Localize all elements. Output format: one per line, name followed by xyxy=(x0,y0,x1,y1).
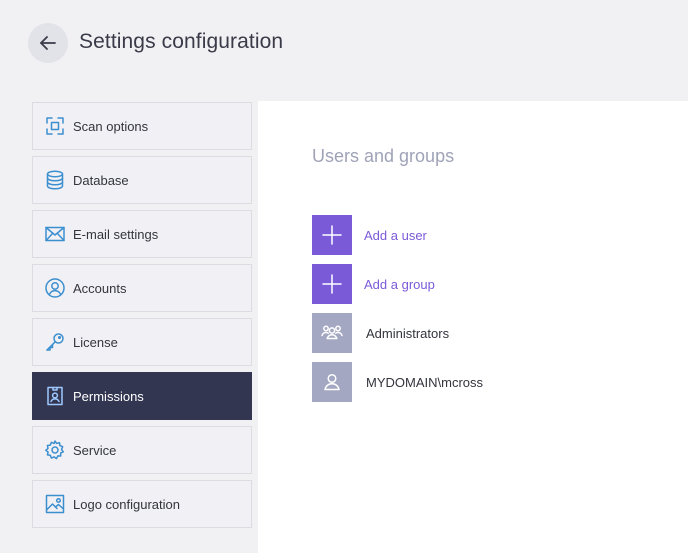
image-icon xyxy=(44,493,66,515)
group-icon xyxy=(320,321,344,345)
sidebar-item-label: Database xyxy=(73,172,129,188)
add-group-link[interactable]: Add a group xyxy=(364,277,435,292)
plus-icon xyxy=(320,223,344,247)
sidebar-item-accounts[interactable]: Accounts xyxy=(32,264,252,312)
sidebar-item-label: Service xyxy=(73,442,117,458)
sidebar-item-label: Scan options xyxy=(73,118,149,134)
sidebar-item-database[interactable]: Database xyxy=(32,156,252,204)
user-circle-icon xyxy=(44,277,66,299)
member-name: Administrators xyxy=(366,325,450,341)
permissions-panel: Users and groups Add a user Add a group xyxy=(258,101,688,553)
page-title: Settings configuration xyxy=(79,30,284,53)
user-icon xyxy=(320,370,344,394)
back-button[interactable] xyxy=(28,23,68,63)
section-title: Users and groups xyxy=(312,146,455,166)
sidebar-item-scan-options[interactable]: Scan options xyxy=(32,102,252,150)
database-icon xyxy=(44,169,66,191)
member-name: MYDOMAIN\mcross xyxy=(366,374,483,390)
sidebar-item-email-settings[interactable]: E-mail settings xyxy=(32,210,252,258)
member-row[interactable]: MYDOMAIN\mcross xyxy=(312,362,483,402)
gear-icon xyxy=(44,439,66,461)
sidebar-item-service[interactable]: Service xyxy=(32,426,252,474)
scan-frame-icon xyxy=(44,115,66,137)
sidebar-item-label: License xyxy=(73,334,118,350)
add-group-row: Add a group xyxy=(312,264,435,304)
badge-icon xyxy=(44,385,66,407)
add-group-button[interactable] xyxy=(312,264,352,304)
add-user-row: Add a user xyxy=(312,215,427,255)
sidebar-item-label: E-mail settings xyxy=(73,226,159,242)
plus-icon xyxy=(320,272,344,296)
sidebar-item-label: Accounts xyxy=(73,280,127,296)
member-avatar xyxy=(312,313,352,353)
add-user-button[interactable] xyxy=(312,215,352,255)
settings-page: Settings configuration Scan options Data… xyxy=(0,0,688,553)
settings-sidebar: Scan options Database E-mail settings Ac… xyxy=(32,102,252,534)
sidebar-item-logo-configuration[interactable]: Logo configuration xyxy=(32,480,252,528)
member-avatar xyxy=(312,362,352,402)
key-icon xyxy=(44,331,66,353)
sidebar-item-permissions[interactable]: Permissions xyxy=(32,372,252,420)
envelope-icon xyxy=(44,223,66,245)
add-user-link[interactable]: Add a user xyxy=(364,228,427,243)
member-row[interactable]: Administrators xyxy=(312,313,449,353)
sidebar-item-label: Logo configuration xyxy=(73,496,180,512)
sidebar-item-label: Permissions xyxy=(73,388,144,404)
arrow-left-icon xyxy=(38,33,58,53)
sidebar-item-license[interactable]: License xyxy=(32,318,252,366)
